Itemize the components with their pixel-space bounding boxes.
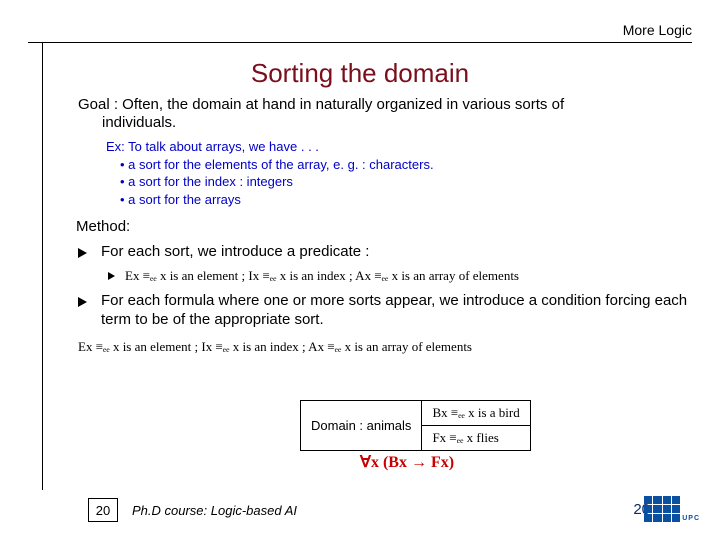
example-item-text: a sort for the elements of the array, e.… [128, 157, 433, 172]
bullet-arrow-icon [108, 272, 115, 280]
page-box: 20 [88, 498, 118, 522]
upc-logo: UPC [682, 514, 700, 522]
method-point-2-text: For each formula where one or more sorts… [101, 292, 690, 330]
method-point-2: For each formula where one or more sorts… [78, 292, 690, 330]
example-block: Ex: To talk about arrays, we have . . . … [106, 138, 690, 208]
upc-logo-icon [644, 496, 680, 522]
method-label: Method: [76, 218, 690, 235]
table-fx-cell: Fx ≡ₑₑ x flies [422, 426, 530, 451]
example-intro: Ex: To talk about arrays, we have . . . [106, 138, 690, 156]
definitions-line: Ex ≡ₑₑ x is an element ; Ix ≡ₑₑ x is an … [78, 339, 690, 355]
domain-table: Domain : animals Bx ≡ₑₑ x is a bird Fx ≡… [300, 400, 531, 451]
method-sub-1-text: Ex ≡ₑₑ x is an element ; Ix ≡ₑₑ x is an … [125, 268, 519, 284]
bullet-arrow-icon [78, 297, 87, 307]
table-bx-cell: Bx ≡ₑₑ x is a bird [422, 401, 530, 426]
slide-title: Sorting the domain [0, 58, 720, 89]
example-item: a sort for the index : integers [120, 173, 690, 191]
example-item: a sort for the arrays [120, 191, 690, 209]
header-label: More Logic [623, 22, 692, 38]
footer: 20 Ph.D course: Logic-based AI 20 UPC [0, 492, 720, 522]
bullet-arrow-icon [78, 248, 87, 258]
method-point-1: For each sort, we introduce a predicate … [78, 243, 690, 262]
table-domain-cell: Domain : animals [301, 401, 422, 451]
slide: More Logic Sorting the domain Goal : Oft… [0, 0, 720, 540]
upc-logo-text: UPC [682, 515, 700, 522]
formula-red: ∀x (Bx → Fx) [360, 452, 454, 472]
content-area: Goal : Often, the domain at hand in natu… [78, 96, 690, 355]
goal-text: Goal : Often, the domain at hand in natu… [78, 96, 690, 132]
method-point-1-text: For each sort, we introduce a predicate … [101, 243, 369, 262]
example-item-text: a sort for the arrays [128, 192, 241, 207]
goal-line2: individuals. [102, 114, 176, 131]
left-rule [42, 42, 43, 490]
goal-line1: Goal : Often, the domain at hand in natu… [78, 96, 564, 113]
top-rule [28, 42, 692, 43]
method-sub-1: Ex ≡ₑₑ x is an element ; Ix ≡ₑₑ x is an … [108, 268, 690, 284]
example-item: a sort for the elements of the array, e.… [120, 156, 690, 174]
example-item-text: a sort for the index : integers [128, 174, 293, 189]
course-label: Ph.D course: Logic-based AI [132, 503, 297, 518]
